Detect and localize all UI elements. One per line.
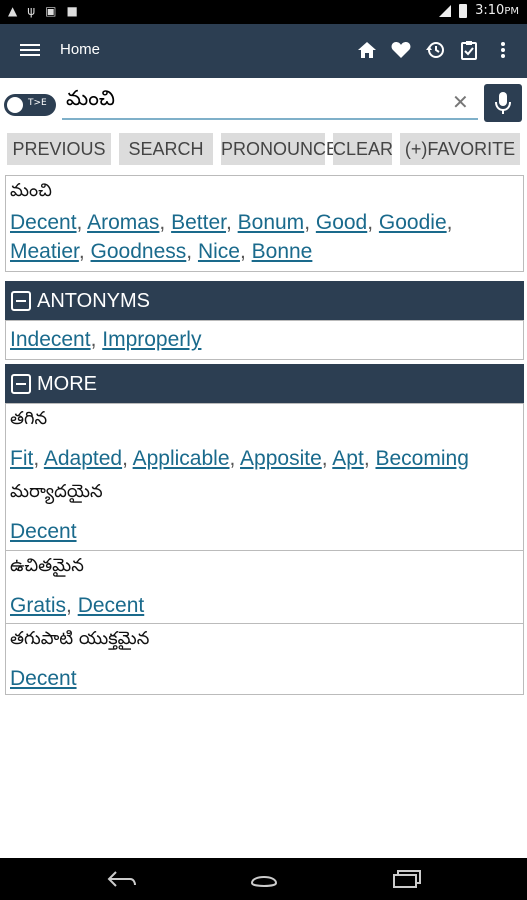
translation-link[interactable]: Adapted (44, 447, 122, 470)
section-title: MORE (37, 372, 97, 395)
translation-link[interactable]: Decent (10, 667, 77, 690)
translation-link[interactable]: Goodie (379, 211, 447, 234)
result-word: మంచి (10, 180, 52, 201)
action-button-row: PREVIOUS SEARCH PRONOUNCE CLEAR (+)FAVOR… (0, 133, 527, 165)
translation-link[interactable]: Apt (332, 447, 364, 470)
related-translation-links: Decent (6, 664, 523, 693)
translation-link[interactable]: Applicable (133, 447, 230, 470)
favorite-button[interactable]: (+)FAVORITE (400, 133, 520, 165)
antonym-link[interactable]: Indecent (10, 328, 91, 351)
pronounce-button[interactable]: PRONOUNCE (221, 133, 338, 165)
translation-link[interactable]: Nice (198, 240, 240, 263)
notification-icons: ▲ ψ ▣ ■ (8, 4, 78, 18)
list-item: ఉచితమైన Gratis, Decent (6, 550, 523, 623)
translation-link[interactable]: Bonum (238, 211, 305, 234)
usb-icon: ψ (27, 4, 36, 18)
toggle-label: T>E (28, 98, 47, 108)
translation-link[interactable]: Decent (78, 594, 145, 617)
collapse-icon (11, 291, 31, 311)
hamburger-menu-icon[interactable] (20, 41, 40, 61)
back-icon[interactable] (106, 867, 138, 895)
related-word: తగిన (10, 408, 48, 429)
translation-link[interactable]: Becoming (375, 447, 468, 470)
section-title: ANTONYMS (37, 289, 150, 312)
clear-input-icon[interactable]: ✕ (452, 90, 469, 114)
related-word: మర్యాదయైన (10, 481, 103, 502)
translation-link[interactable]: Fit (10, 447, 33, 470)
clock: 3:10PM (475, 3, 519, 18)
lock-icon: ▣ (45, 4, 57, 18)
translation-link[interactable]: Goodness (91, 240, 187, 263)
previous-button[interactable]: PREVIOUS (7, 133, 111, 165)
signal-icon (439, 4, 452, 17)
heart-icon[interactable] (391, 38, 411, 62)
translation-link[interactable]: Gratis (10, 594, 66, 617)
related-word: తగుపాటి యుక్తమైన (10, 628, 150, 649)
warning-icon: ▲ (8, 4, 18, 18)
home-icon[interactable] (357, 38, 377, 62)
app-bar: Home (0, 24, 527, 78)
translation-link[interactable]: Bonne (252, 240, 313, 263)
related-translation-links: Decent (6, 517, 523, 546)
page-title: Home (60, 41, 101, 58)
antonym-links: Indecent, Improperly (10, 328, 202, 351)
translation-link[interactable]: Meatier (10, 240, 79, 263)
result-card: మంచి Decent, Aromas, Better, Bonum, Good… (5, 175, 524, 272)
related-translation-links: Fit, Adapted, Applicable, Apposite, Apt,… (10, 447, 469, 470)
translation-link[interactable]: Decent (10, 520, 77, 543)
recent-apps-icon[interactable] (390, 867, 422, 895)
clipboard-icon[interactable] (459, 38, 479, 62)
toggle-knob (7, 97, 23, 113)
more-section-header[interactable]: MORE (5, 364, 524, 404)
microphone-icon[interactable] (484, 84, 522, 122)
search-button[interactable]: SEARCH (119, 133, 213, 165)
translation-link[interactable]: Decent (10, 211, 77, 234)
list-item: మర్యాదయైన Decent (6, 477, 523, 550)
overflow-menu-icon[interactable] (493, 38, 513, 62)
related-word: ఉచితమైన (10, 555, 84, 576)
search-input[interactable] (62, 84, 478, 120)
translation-link[interactable]: Aromas (87, 211, 159, 234)
system-nav-bar (0, 858, 527, 900)
more-card: తగిన Fit, Adapted, Applicable, Apposite,… (5, 403, 524, 695)
list-item: తగుపాటి యుక్తమైన Decent (6, 623, 523, 694)
image-icon: ■ (66, 4, 78, 18)
related-translation-links: Gratis, Decent (10, 594, 145, 617)
list-item: తగిన Fit, Adapted, Applicable, Apposite,… (6, 404, 523, 477)
translation-link[interactable]: Good (316, 211, 367, 234)
clear-button[interactable]: CLEAR (333, 133, 393, 165)
translation-link[interactable]: Apposite (240, 447, 322, 470)
translation-links: Decent, Aromas, Better, Bonum, Good, Goo… (10, 211, 453, 263)
language-direction-toggle[interactable]: T>E (4, 94, 56, 116)
battery-icon (459, 3, 468, 18)
history-icon[interactable] (425, 38, 445, 62)
antonyms-section-header[interactable]: ANTONYMS (5, 281, 524, 321)
status-bar: ▲ ψ ▣ ■ 3:10PM (0, 0, 527, 24)
collapse-icon (11, 374, 31, 394)
antonym-link[interactable]: Improperly (102, 328, 201, 351)
translation-link[interactable]: Better (171, 211, 226, 234)
search-row: T>E ✕ (0, 78, 527, 128)
antonyms-card: Indecent, Improperly (5, 320, 524, 360)
home-nav-icon[interactable] (248, 867, 280, 895)
